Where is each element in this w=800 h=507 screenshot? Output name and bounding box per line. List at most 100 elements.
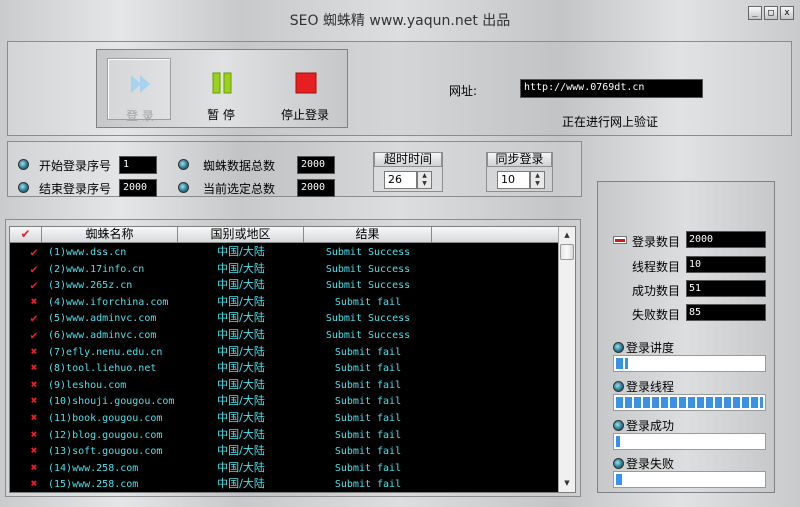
stop-label: 停止登录: [280, 108, 329, 122]
timeout-input[interactable]: 26: [384, 171, 417, 189]
selected-label: 当前选定总数: [203, 182, 276, 196]
table-row[interactable]: ✖ (4)www.iforchina.com 中国/大陆 Submit fail: [10, 294, 558, 311]
stop-button[interactable]: 停止登录: [273, 58, 337, 122]
table-row[interactable]: ✖ (13)soft.gougou.com 中国/大陆 Submit fail: [10, 443, 558, 460]
login-label: 登 录: [126, 109, 154, 123]
close-button[interactable]: x: [780, 6, 794, 20]
pause-button[interactable]: 暂 停: [189, 58, 253, 122]
cross-icon: ✖: [30, 444, 38, 458]
table-row[interactable]: ✖ (15)www.258.com 中国/大陆 Submit fail: [10, 476, 558, 492]
status-text: 正在进行网上验证: [562, 115, 659, 129]
spider-name: (14)www.258.com: [48, 462, 139, 474]
spider-name: (15)www.258.com: [48, 479, 139, 491]
selected-input[interactable]: 2000: [297, 179, 335, 197]
table-row[interactable]: ✔ (3)www.265z.cn 中国/大陆 Submit Success: [10, 277, 558, 294]
timeout-label: 超时时间: [374, 152, 442, 167]
submit-result: Submit fail: [334, 379, 402, 391]
table-row[interactable]: ✖ (7)efly.nenu.edu.cn 中国/大陆 Submit fail: [10, 344, 558, 361]
fail-bar-label: 登录失败: [626, 457, 675, 471]
spin-up-icon[interactable]: ▲: [531, 172, 544, 180]
table-row[interactable]: ✖ (11)book.gougou.com 中国/大陆 Submit fail: [10, 410, 558, 427]
spin-down-icon[interactable]: ▼: [531, 180, 544, 188]
scroll-up-icon[interactable]: ▲: [560, 228, 574, 243]
login-button[interactable]: 登 录: [107, 58, 171, 123]
spider-table[interactable]: ✔ 蜘蛛名称 国别或地区 结果 ✔ (1)www.dss.cn 中国/大陆 Submi…: [9, 226, 576, 493]
spider-name: (13)soft.gougou.com: [48, 446, 163, 458]
check-icon: ✔: [30, 311, 38, 326]
spider-name: (8)tool.liehuo.net: [48, 363, 157, 375]
selected-radio[interactable]: [178, 182, 189, 193]
progress-label: 登录讲度: [626, 341, 675, 355]
spin-up-icon[interactable]: ▲: [418, 172, 431, 180]
start-radio[interactable]: [18, 159, 29, 170]
header-check[interactable]: ✔: [10, 227, 42, 243]
spider-name: (6)www.adminvc.com: [48, 330, 157, 341]
total-input[interactable]: 2000: [297, 156, 335, 174]
sync-spinner[interactable]: ▲ ▼: [530, 171, 545, 189]
url-label: 网址:: [449, 84, 478, 98]
scroll-down-icon[interactable]: ▼: [560, 476, 574, 491]
end-label: 结束登录序号: [39, 182, 112, 196]
timeout-spinner[interactable]: ▲ ▼: [417, 171, 432, 189]
fail-value: 85: [686, 304, 766, 321]
pause-label: 暂 停: [207, 108, 235, 122]
success-bar: [613, 433, 766, 450]
spider-name: (12)blog.gougou.com: [48, 429, 163, 441]
minimize-button[interactable]: _: [748, 6, 762, 20]
spider-region: 中国/大陆: [217, 477, 265, 491]
sync-label: 同步登录: [487, 152, 552, 167]
submit-result: Submit fail: [334, 396, 402, 408]
fail-fill: [616, 474, 622, 485]
spin-down-icon[interactable]: ▼: [418, 180, 431, 188]
table-row[interactable]: ✖ (8)tool.liehuo.net 中国/大陆 Submit fail: [10, 360, 558, 377]
end-index-input[interactable]: 2000: [119, 179, 157, 197]
scroll-thumb[interactable]: [560, 244, 574, 260]
table-row[interactable]: ✖ (12)blog.gougou.com 中国/大陆 Submit fail: [10, 427, 558, 444]
success-value: 51: [686, 280, 766, 297]
spider-region: 中国/大陆: [217, 311, 265, 325]
table-row[interactable]: ✖ (14)www.258.com 中国/大陆 Submit fail: [10, 460, 558, 477]
table-row[interactable]: ✔ (5)www.adminvc.com 中国/大陆 Submit Success: [10, 310, 558, 327]
spider-region: 中国/大陆: [217, 245, 265, 258]
spider-region: 中国/大陆: [217, 460, 265, 474]
submit-result: Submit fail: [334, 346, 402, 358]
threads-value: 10: [686, 256, 766, 273]
start-index-input[interactable]: 1: [119, 156, 157, 174]
progress-fill: [616, 358, 628, 369]
sync-group: 同步登录 10 ▲ ▼: [486, 152, 553, 192]
cross-icon: ✖: [30, 394, 38, 408]
spider-region: 中国/大陆: [217, 394, 265, 408]
spider-region: 中国/大陆: [217, 344, 265, 358]
header-region[interactable]: 国别或地区: [178, 227, 304, 243]
spider-region: 中国/大陆: [217, 294, 265, 308]
table-row[interactable]: ✔ (1)www.dss.cn 中国/大陆 Submit Success: [10, 244, 558, 261]
submit-result: Submit Success: [325, 330, 411, 341]
fail-label: 失败数目: [631, 308, 680, 322]
success-label: 成功数目: [631, 284, 680, 298]
table-row[interactable]: ✖ (9)leshou.com 中国/大陆 Submit fail: [10, 377, 558, 394]
submit-result: Submit Success: [325, 263, 411, 275]
cross-icon: ✖: [30, 344, 38, 358]
submit-result: Submit fail: [334, 446, 402, 458]
header-name[interactable]: 蜘蛛名称: [42, 227, 178, 243]
spider-name: (2)www.17info.cn: [48, 263, 145, 275]
table-row[interactable]: ✔ (6)www.adminvc.com 中国/大陆 Submit Success: [10, 327, 558, 344]
table-row[interactable]: ✔ (2)www.17info.cn 中国/大陆 Submit Success: [10, 261, 558, 278]
vertical-scrollbar[interactable]: ▲ ▼: [558, 227, 575, 492]
spider-region: 中国/大陆: [217, 427, 265, 441]
spider-name: (3)www.265z.cn: [48, 280, 133, 292]
maximize-button[interactable]: □: [764, 6, 778, 20]
table-row[interactable]: ✖ (10)shouji.gougou.com 中国/大陆 Submit fail: [10, 393, 558, 410]
header-result[interactable]: 结果: [304, 227, 432, 243]
end-radio[interactable]: [18, 182, 29, 193]
spider-name: (9)leshou.com: [48, 379, 127, 391]
spider-name: (5)www.adminvc.com: [48, 313, 157, 325]
fail-bar: [613, 471, 766, 488]
submit-result: Submit Success: [325, 280, 411, 292]
url-input[interactable]: http://www.0769dt.cn: [520, 79, 703, 98]
total-radio[interactable]: [178, 159, 189, 170]
check-icon: ✔: [30, 278, 38, 293]
cross-icon: ✖: [30, 411, 38, 424]
submit-result: Submit fail: [334, 296, 402, 308]
sync-input[interactable]: 10: [497, 171, 530, 189]
